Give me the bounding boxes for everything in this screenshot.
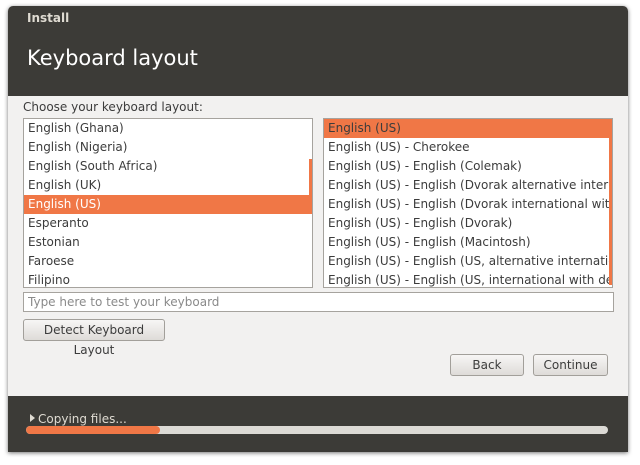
- copy-status[interactable]: Copying files...: [30, 412, 127, 426]
- title-bar: Install Keyboard layout: [8, 6, 628, 96]
- layout-list-item[interactable]: Faroese: [24, 252, 312, 271]
- layout-list-item[interactable]: English (Ghana): [24, 119, 312, 138]
- variant-list-item[interactable]: English (US): [324, 119, 612, 138]
- installer-window: Install Keyboard layout Choose your keyb…: [8, 6, 628, 452]
- variant-list-item[interactable]: English (US) - Cherokee: [324, 138, 612, 157]
- variant-list-item[interactable]: English (US) - English (Macintosh): [324, 233, 612, 252]
- variant-list-item[interactable]: English (US) - English (US, internationa…: [324, 271, 612, 287]
- layout-list-item[interactable]: English (US): [24, 195, 312, 214]
- layout-prompt-label: Choose your keyboard layout:: [23, 100, 203, 114]
- expander-arrow-icon[interactable]: [30, 414, 35, 422]
- window-title: Install: [27, 11, 70, 25]
- layout-list-item[interactable]: Estonian: [24, 233, 312, 252]
- back-button[interactable]: Back: [450, 354, 524, 376]
- progress-bar-fill: [26, 426, 160, 434]
- layout-list-item[interactable]: Filipino: [24, 271, 312, 287]
- progress-bar: [26, 426, 608, 434]
- variant-list-item[interactable]: English (US) - English (Dvorak alternati…: [324, 176, 612, 195]
- detect-keyboard-layout-button[interactable]: Detect Keyboard Layout: [23, 319, 165, 357]
- layout-list-item[interactable]: English (South Africa): [24, 157, 312, 176]
- variant-list-item[interactable]: English (US) - English (Colemak): [324, 157, 612, 176]
- layout-list-item[interactable]: English (Nigeria): [24, 138, 312, 157]
- page-heading: Keyboard layout: [27, 46, 198, 70]
- variant-list-item[interactable]: English (US) - English (Dvorak): [324, 214, 612, 233]
- variant-list[interactable]: English (US) English (US) - Cherokee Engli…: [323, 118, 613, 288]
- variant-list-item[interactable]: English (US) - English (Dvorak internati…: [324, 195, 612, 214]
- keyboard-test-input[interactable]: [23, 292, 614, 312]
- continue-button[interactable]: Continue: [533, 354, 608, 376]
- layout-list-item[interactable]: English (UK): [24, 176, 312, 195]
- layout-list[interactable]: English (Ghana) English (Nigeria) English …: [23, 118, 313, 288]
- layout-list-scrollbar[interactable]: [309, 159, 312, 205]
- layout-list-item[interactable]: Esperanto: [24, 214, 312, 233]
- progress-footer: Copying files...: [8, 396, 628, 452]
- variant-list-scrollbar[interactable]: [609, 121, 612, 285]
- copy-status-label: Copying files...: [38, 412, 127, 426]
- variant-list-item[interactable]: English (US) - English (US, alternative …: [324, 252, 612, 271]
